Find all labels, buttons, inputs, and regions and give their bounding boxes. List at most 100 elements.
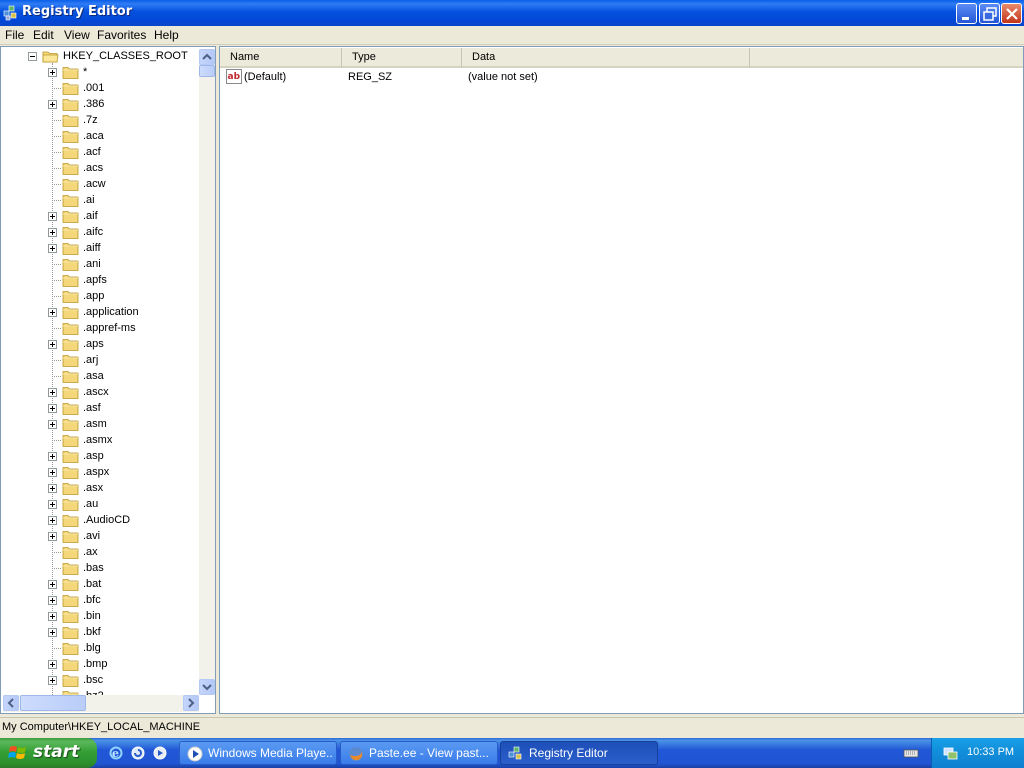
scroll-down-button[interactable]: [199, 679, 215, 695]
outlook-express-icon[interactable]: [130, 745, 146, 761]
menu-view[interactable]: View: [64, 28, 90, 44]
internet-explorer-icon[interactable]: e: [108, 745, 124, 761]
expand-icon[interactable]: [48, 100, 57, 109]
start-button[interactable]: start: [0, 738, 97, 768]
tree-item[interactable]: .bin: [48, 609, 198, 625]
media-player-icon[interactable]: [152, 745, 168, 761]
tree-item[interactable]: .AudioCD: [48, 513, 198, 529]
expand-icon[interactable]: [48, 308, 57, 317]
expand-icon[interactable]: [48, 612, 57, 621]
menu-edit[interactable]: Edit: [33, 28, 54, 44]
tree-vertical-scrollbar[interactable]: [199, 49, 215, 695]
column-header-data[interactable]: Data: [462, 48, 750, 67]
tree-item[interactable]: .aps: [48, 337, 198, 353]
network-icon[interactable]: [942, 745, 958, 761]
tree-item[interactable]: .aspx: [48, 465, 198, 481]
tree-item[interactable]: .bmp: [48, 657, 198, 673]
expand-icon[interactable]: [48, 452, 57, 461]
tree-item[interactable]: .avi: [48, 529, 198, 545]
tree-item[interactable]: .bas: [48, 561, 198, 577]
expand-icon[interactable]: [48, 388, 57, 397]
title-bar[interactable]: Registry Editor: [0, 0, 1024, 26]
tree-item[interactable]: .bsc: [48, 673, 198, 689]
folder-icon: [62, 371, 79, 383]
value-row[interactable]: ab (Default) REG_SZ (value not set): [220, 69, 820, 86]
expand-icon[interactable]: [48, 580, 57, 589]
tree-item[interactable]: .7z: [48, 113, 198, 129]
tree-item[interactable]: .asp: [48, 449, 198, 465]
expand-icon[interactable]: [48, 532, 57, 541]
tree-item-label: .001: [83, 82, 105, 94]
tree-item[interactable]: .bkf: [48, 625, 198, 641]
tree-item[interactable]: .asx: [48, 481, 198, 497]
tree-item[interactable]: .386: [48, 97, 198, 113]
tree-item[interactable]: .ascx: [48, 385, 198, 401]
expand-icon[interactable]: [48, 516, 57, 525]
tree-root-row[interactable]: HKEY_CLASSES_ROOT: [28, 49, 198, 65]
expand-icon[interactable]: [48, 676, 57, 685]
tree-item[interactable]: .aifc: [48, 225, 198, 241]
expand-icon[interactable]: [48, 68, 57, 77]
expand-icon[interactable]: [48, 484, 57, 493]
expand-icon[interactable]: [48, 340, 57, 349]
keyboard-icon[interactable]: [903, 745, 919, 761]
restore-button[interactable]: [979, 3, 1000, 24]
scroll-left-button[interactable]: [3, 695, 19, 711]
task-registry-editor[interactable]: Registry Editor: [500, 741, 658, 765]
minimize-button[interactable]: [956, 3, 977, 24]
tree-item[interactable]: .appref-ms: [48, 321, 198, 337]
menu-favorites[interactable]: Favorites: [97, 28, 146, 44]
column-header-type[interactable]: Type: [342, 48, 462, 67]
tree-item[interactable]: .acs: [48, 161, 198, 177]
tree-item[interactable]: .acw: [48, 177, 198, 193]
tree-item[interactable]: .aiff: [48, 241, 198, 257]
tree-item[interactable]: .asm: [48, 417, 198, 433]
horizontal-scroll-thumb[interactable]: [20, 695, 86, 711]
tree-item[interactable]: .app: [48, 289, 198, 305]
menu-file[interactable]: File: [5, 28, 24, 44]
tree-item[interactable]: .ax: [48, 545, 198, 561]
tree-item[interactable]: .au: [48, 497, 198, 513]
expand-icon[interactable]: [48, 420, 57, 429]
column-header-name[interactable]: Name: [220, 48, 342, 67]
folder-icon: [62, 435, 79, 447]
tree-item[interactable]: .acf: [48, 145, 198, 161]
scroll-thumb[interactable]: [199, 65, 215, 77]
tree-item[interactable]: .asmx: [48, 433, 198, 449]
chevron-right-icon: [188, 698, 195, 708]
tree-item[interactable]: .arj: [48, 353, 198, 369]
tree-item[interactable]: .asa: [48, 369, 198, 385]
tree-item[interactable]: .bat: [48, 577, 198, 593]
expand-icon[interactable]: [48, 212, 57, 221]
task-paste-ee[interactable]: Paste.ee - View past...: [340, 741, 498, 765]
tree-item[interactable]: *: [48, 65, 198, 81]
tree-item[interactable]: .asf: [48, 401, 198, 417]
tree-item[interactable]: .application: [48, 305, 198, 321]
expand-icon[interactable]: [48, 468, 57, 477]
tree-item[interactable]: .ai: [48, 193, 198, 209]
tree-item[interactable]: .bfc: [48, 593, 198, 609]
expand-icon[interactable]: [48, 500, 57, 509]
close-button[interactable]: [1001, 3, 1022, 24]
tree-item[interactable]: .aif: [48, 209, 198, 225]
tree-item[interactable]: .001: [48, 81, 198, 97]
tree-item[interactable]: .apfs: [48, 273, 198, 289]
tree-horizontal-scrollbar[interactable]: [3, 695, 199, 712]
expand-icon[interactable]: [48, 244, 57, 253]
key-tree-pane[interactable]: HKEY_CLASSES_ROOT * .001 .386 .7z .aca .acf .a…: [0, 46, 216, 714]
expand-icon[interactable]: [48, 404, 57, 413]
scroll-right-button[interactable]: [183, 695, 199, 711]
clock[interactable]: 10:33 PM: [967, 746, 1014, 758]
tree-item[interactable]: .aca: [48, 129, 198, 145]
expand-icon[interactable]: [48, 660, 57, 669]
expand-icon[interactable]: [48, 628, 57, 637]
expand-icon[interactable]: [48, 228, 57, 237]
task-media-player[interactable]: Windows Media Playe...: [179, 741, 337, 765]
tree-item[interactable]: .blg: [48, 641, 198, 657]
expand-icon[interactable]: [48, 596, 57, 605]
collapse-icon[interactable]: [28, 52, 37, 61]
values-list-pane[interactable]: Name Type Data ab (Default) REG_SZ (valu…: [219, 46, 1024, 714]
menu-help[interactable]: Help: [154, 28, 179, 44]
tree-item[interactable]: .ani: [48, 257, 198, 273]
scroll-up-button[interactable]: [199, 49, 215, 65]
